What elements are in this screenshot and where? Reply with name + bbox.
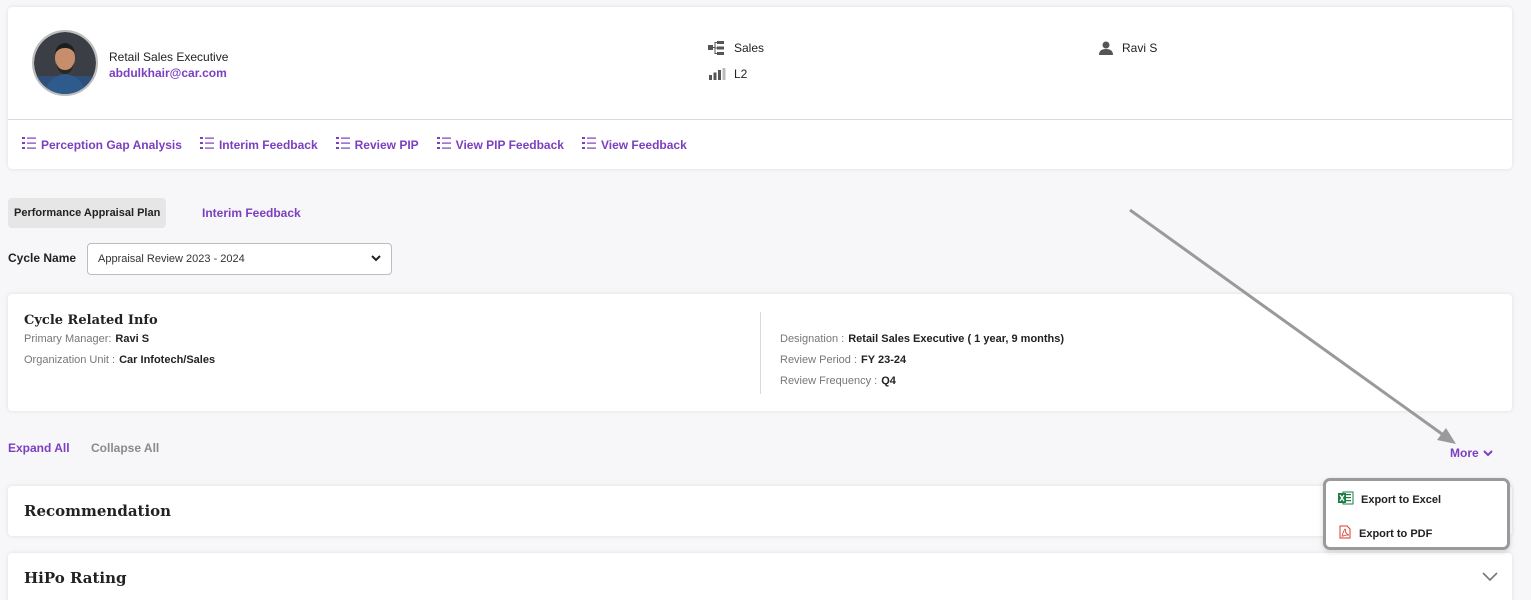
designation-row: Designation : Retail Sales Executive ( 1 … [780, 333, 1064, 345]
review-frequency-row: Review Frequency : Q4 [780, 375, 896, 387]
list-icon [335, 137, 350, 152]
cycle-info-divider [760, 312, 761, 394]
signal-bars-icon [708, 68, 726, 80]
cycle-name-select[interactable]: Appraisal Review 2023 - 2024 [87, 243, 392, 275]
review-period-label: Review Period : [780, 354, 858, 366]
profile-card: Retail Sales Executive abdulkhair@car.co… [8, 7, 1512, 169]
collapse-all-link[interactable]: Collapse All [91, 441, 159, 455]
profile-role: Retail Sales Executive [109, 50, 229, 64]
card-divider [8, 119, 1512, 120]
export-to-excel-label: Export to Excel [1361, 493, 1442, 506]
review-frequency-value: Q4 [881, 375, 896, 387]
expand-all-link[interactable]: Expand All [8, 441, 70, 455]
list-icon [581, 137, 596, 152]
org-unit-row: Organization Unit : Car Infotech/Sales [24, 354, 215, 366]
link-interim-feedback[interactable]: Interim Feedback [199, 137, 318, 152]
link-view-feedback[interactable]: View Feedback [581, 137, 687, 152]
manager-label: Ravi S [1122, 41, 1158, 55]
level-label: L2 [734, 67, 748, 81]
link-label: Perception Gap Analysis [41, 137, 182, 152]
department-label: Sales [734, 41, 765, 55]
section-title: Recommendation [24, 502, 172, 520]
list-icon [199, 137, 214, 152]
link-label: View Feedback [600, 137, 687, 152]
more-dropdown-menu: Export to Excel Export to PDF [1323, 478, 1510, 550]
link-label: Interim Feedback [218, 137, 318, 152]
primary-manager-value: Ravi S [115, 333, 150, 345]
chevron-down-icon [1482, 446, 1493, 460]
list-icon [436, 137, 451, 152]
designation-value: Retail Sales Executive ( 1 year, 9 month… [848, 333, 1065, 345]
tab-interim-feedback[interactable]: Interim Feedback [202, 198, 301, 228]
link-label: Review PIP [354, 137, 419, 152]
primary-manager-row: Primary Manager: Ravi S [24, 333, 149, 345]
level-info: L2 [708, 67, 747, 81]
section-recommendation[interactable]: Recommendation [8, 486, 1512, 536]
export-to-pdf-label: Export to PDF [1359, 527, 1433, 540]
chevron-down-icon [371, 253, 381, 265]
designation-label: Designation : [780, 333, 845, 345]
review-period-value: FY 23-24 [861, 354, 907, 366]
link-view-pip-feedback[interactable]: View PIP Feedback [436, 137, 564, 152]
link-review-pip[interactable]: Review PIP [335, 137, 419, 152]
excel-icon [1338, 491, 1354, 508]
link-label: View PIP Feedback [455, 137, 564, 152]
department-info: Sales [708, 41, 764, 55]
manager-info: Ravi S [1098, 41, 1157, 55]
cycle-info-title: Cycle Related Info [24, 313, 158, 328]
review-period-row: Review Period : FY 23-24 [780, 354, 906, 366]
primary-manager-label: Primary Manager: [24, 333, 112, 345]
more-label: More [1450, 446, 1479, 460]
link-perception-gap-analysis[interactable]: Perception Gap Analysis [22, 137, 182, 152]
tab-performance-appraisal-plan[interactable]: Performance Appraisal Plan [8, 198, 167, 228]
export-to-excel-item[interactable]: Export to Excel [1338, 491, 1441, 508]
org-unit-label: Organization Unit : [24, 354, 116, 366]
avatar [32, 30, 98, 96]
section-hipo-rating[interactable]: HiPo Rating [8, 553, 1512, 600]
profile-email[interactable]: abdulkhair@car.com [109, 66, 227, 80]
review-frequency-label: Review Frequency : [780, 375, 878, 387]
list-icon [22, 137, 36, 152]
org-unit-value: Car Infotech/Sales [119, 354, 216, 366]
cycle-info-card: Cycle Related Info Primary Manager: Ravi … [8, 294, 1512, 411]
section-title: HiPo Rating [24, 569, 127, 587]
cycle-selected-value: Appraisal Review 2023 - 2024 [98, 253, 245, 265]
export-to-pdf-item[interactable]: Export to PDF [1338, 525, 1432, 542]
quicklinks-bar: Perception Gap Analysis Interim Feedback… [22, 137, 687, 152]
user-icon [1098, 41, 1114, 55]
chevron-down-icon[interactable] [1482, 571, 1498, 585]
pdf-icon [1338, 525, 1352, 542]
org-chart-icon [708, 41, 726, 55]
more-button[interactable]: More [1450, 446, 1493, 460]
cycle-name-label: Cycle Name [8, 251, 77, 265]
